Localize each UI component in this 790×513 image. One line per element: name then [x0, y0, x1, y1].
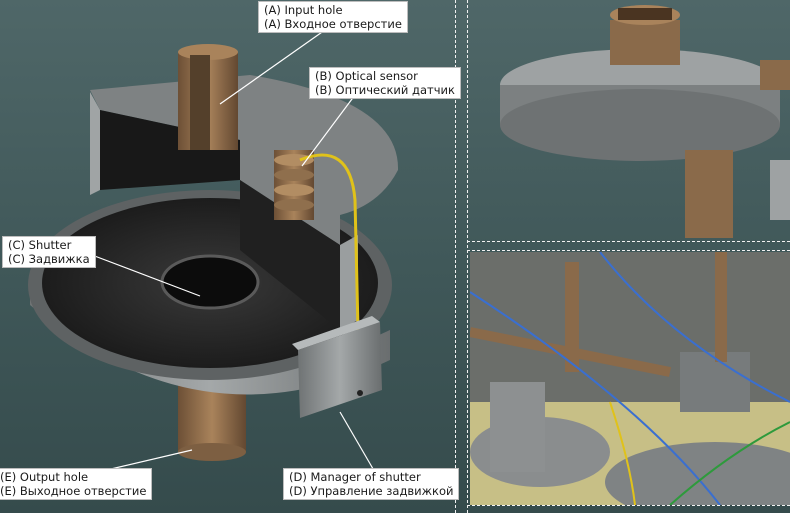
label-shutter-en: (C) Shutter	[8, 238, 72, 252]
label-shutter: (C) Shutter (C) Задвижка	[2, 236, 96, 268]
label-manager-of-shutter-ru: (D) Управление задвижкой	[289, 484, 454, 498]
optical-sensor-coil	[274, 150, 314, 220]
shutter-hole	[160, 254, 260, 310]
illustration-canvas: (A) Input hole (A) Входное отверстие (B)…	[0, 0, 790, 513]
label-optical-sensor-en: (B) Optical sensor	[315, 69, 418, 83]
label-input-hole-ru: (A) Входное отверстие	[264, 17, 402, 31]
label-output-hole-en: (E) Output hole	[0, 470, 89, 484]
installation-render	[470, 252, 790, 505]
divider-horizontal-bottom	[467, 250, 790, 251]
label-input-hole-en: (A) Input hole	[264, 3, 343, 17]
label-optical-sensor-ru: (B) Оптический датчик	[315, 83, 455, 97]
label-manager-of-shutter-en: (D) Manager of shutter	[289, 470, 421, 484]
divider-bottom	[467, 505, 790, 506]
label-optical-sensor: (B) Optical sensor (B) Оптический датчик	[309, 67, 461, 99]
divider-vertical-right	[467, 0, 468, 513]
label-output-hole: (E) Output hole (E) Выходное отверстие	[0, 468, 153, 500]
label-shutter-ru: (C) Задвижка	[8, 252, 90, 266]
label-input-hole: (A) Input hole (A) Входное отверстие	[258, 1, 408, 33]
label-output-hole-ru: (E) Выходное отверстие	[0, 484, 147, 498]
divider-horizontal-top	[467, 241, 790, 242]
label-manager-of-shutter: (D) Manager of shutter (D) Управление за…	[283, 468, 460, 500]
assembled-unit-render	[500, 5, 790, 238]
